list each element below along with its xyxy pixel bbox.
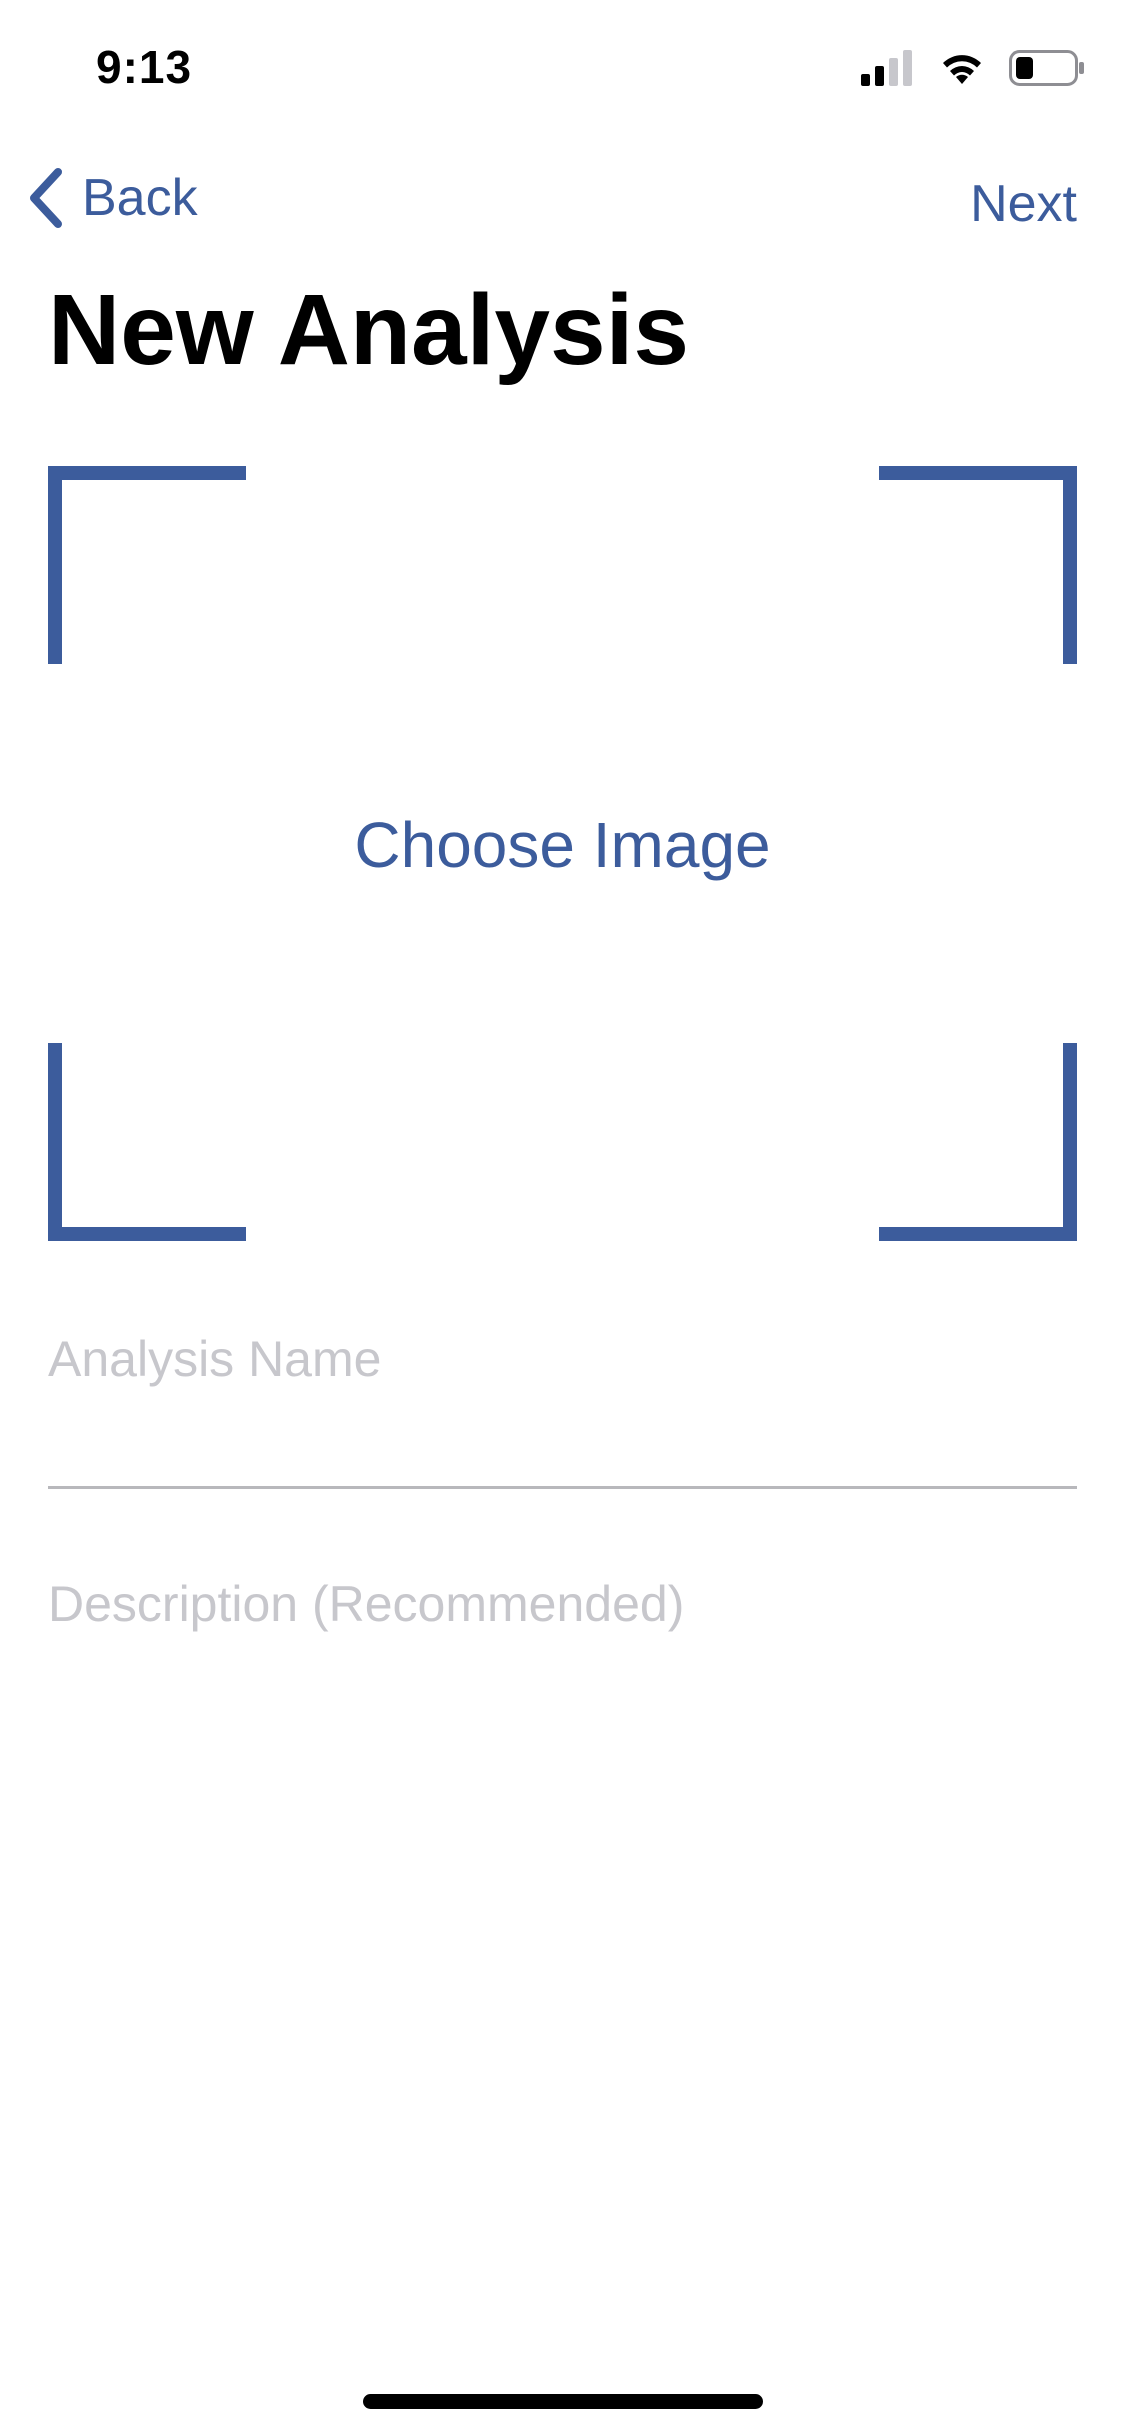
frame-corner-bottom-right <box>879 1043 1077 1241</box>
choose-image-button[interactable]: Choose Image <box>48 466 1077 1241</box>
home-indicator[interactable] <box>363 2394 763 2409</box>
navigation-bar: Back Next <box>0 150 1125 250</box>
back-button[interactable]: Back <box>26 166 198 230</box>
signal-icon <box>861 50 912 86</box>
analysis-name-field <box>48 1330 1077 1388</box>
next-label: Next <box>970 175 1077 233</box>
back-label: Back <box>82 169 198 227</box>
frame-corner-bottom-left <box>48 1043 246 1241</box>
chevron-left-icon <box>30 168 62 228</box>
frame-corner-top-left <box>48 466 246 664</box>
page-title: New Analysis <box>48 274 690 386</box>
status-bar: 9:13 <box>0 0 1125 132</box>
wifi-icon <box>943 55 981 84</box>
status-time: 9:13 <box>96 41 193 93</box>
status-icons <box>861 50 1085 86</box>
description-input[interactable] <box>48 1575 1077 2275</box>
name-field-divider <box>48 1486 1077 1489</box>
battery-icon <box>1009 50 1084 86</box>
next-button[interactable]: Next <box>970 174 1077 234</box>
description-field <box>48 1575 1077 2275</box>
analysis-name-input[interactable] <box>48 1330 1077 1388</box>
choose-image-label: Choose Image <box>354 809 771 881</box>
frame-corner-top-right <box>879 466 1077 664</box>
